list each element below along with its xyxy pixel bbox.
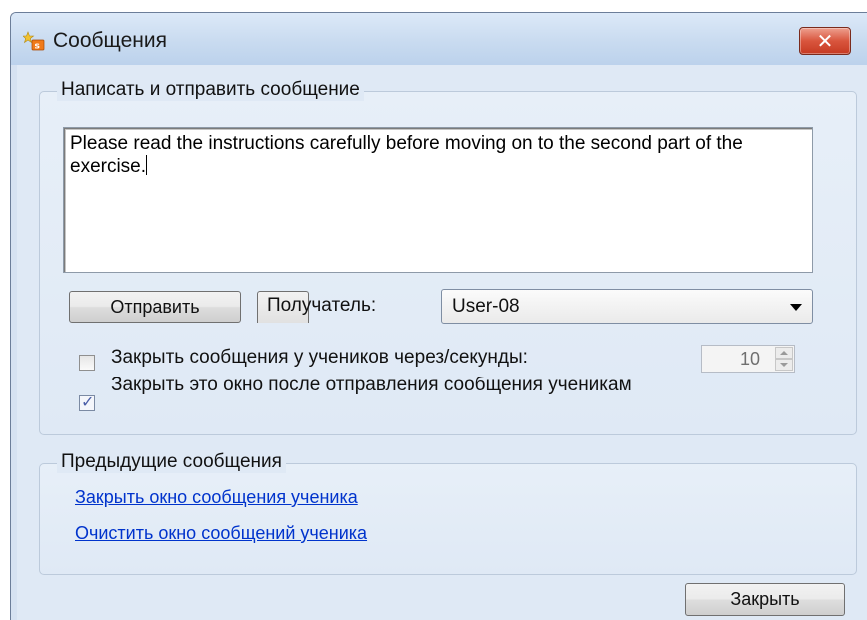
title-bar[interactable]: s Сообщения ✕ [11,13,867,65]
close-after-seconds-checkbox[interactable] [79,355,95,371]
recipient-selected-value: User-08 [452,296,520,317]
close-window-label-text: Закрыть это окно после отправления сообщ… [111,377,632,395]
seconds-stepper[interactable]: 10 [701,345,795,373]
close-student-message-window-link[interactable]: Закрыть окно сообщения ученика [75,487,358,508]
text-caret [146,155,148,175]
dialog-body: Написать и отправить сообщение Please re… [17,65,867,620]
messages-window: s Сообщения ✕ Написать и отправить сообщ… [10,12,867,620]
previous-messages-group [39,463,857,575]
seconds-value: 10 [739,349,760,369]
messages-app-icon: s [23,31,45,51]
window-title: Сообщения [53,29,167,52]
close-dialog-button-label: Закрыть [730,589,800,609]
message-text: Please read the instructions carefully b… [70,133,743,177]
stepper-down-button[interactable] [775,359,793,371]
checkmark-icon: ✓ [81,392,95,411]
clear-student-messages-link[interactable]: Очистить окно сообщений ученика [75,523,367,544]
close-dialog-button[interactable]: Закрыть [685,583,845,616]
recipient-dropdown[interactable]: User-08 [441,289,813,324]
recipient-label: Получатель: [267,295,377,316]
message-textarea[interactable]: Please read the instructions carefully b… [63,127,813,273]
send-button[interactable]: Отправить [69,291,241,323]
close-window-checkbox[interactable]: ✓ [79,392,95,411]
send-button-label: Отправить [110,296,200,317]
close-after-seconds-label: Закрыть сообщения у учеников через/секун… [111,347,528,368]
stepper-up-button[interactable] [775,347,793,359]
svg-text:s: s [35,42,40,52]
close-icon: ✕ [816,29,834,53]
compose-group-label: Написать и отправить сообщение [57,79,364,101]
window-close-button[interactable]: ✕ [799,27,851,55]
close-window-label: Закрыть это окно после отправления сообщ… [111,377,711,413]
previous-messages-label: Предыдущие сообщения [57,451,286,473]
chevron-down-icon [790,304,802,311]
